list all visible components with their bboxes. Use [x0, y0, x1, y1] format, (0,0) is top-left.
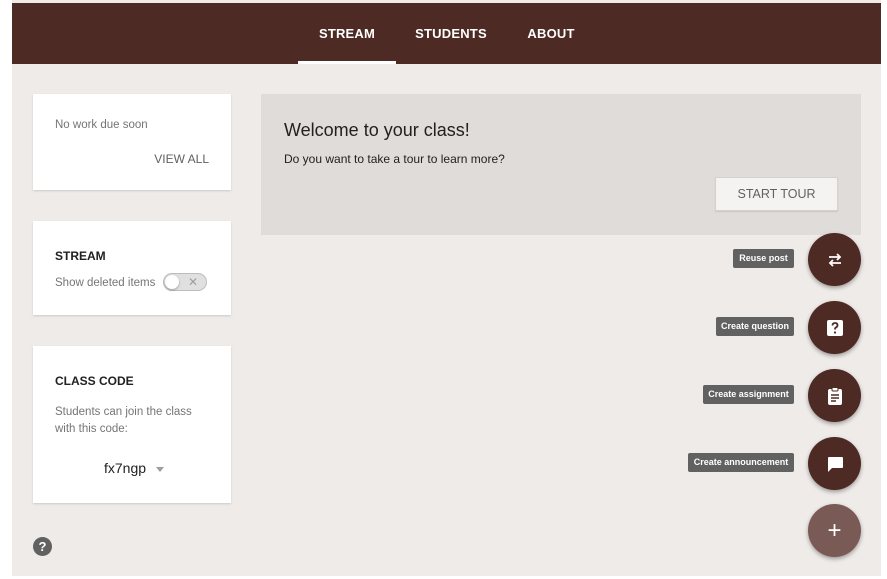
class-code-card: CLASS CODE Students can join the class w…	[33, 346, 231, 503]
plus-icon[interactable]: +	[808, 504, 861, 557]
stream-card-title: STREAM	[55, 249, 106, 263]
tab-stream[interactable]: STREAM	[298, 3, 396, 64]
class-code-selector[interactable]: fx7ngp	[104, 460, 164, 476]
window-frame-right	[881, 0, 887, 579]
no-work-text: No work due soon	[55, 119, 148, 131]
create-question-tooltip[interactable]: Create question	[716, 317, 794, 336]
class-code-value: fx7ngp	[104, 460, 147, 476]
chat-icon	[827, 456, 843, 472]
tab-students[interactable]: STUDENTS	[408, 3, 494, 64]
create-assignment-tooltip[interactable]: Create assignment	[703, 385, 794, 404]
create-announcement-tooltip[interactable]: Create announcement	[688, 453, 794, 472]
class-code-title: CLASS CODE	[55, 374, 134, 388]
toggle-knob	[165, 275, 179, 289]
window-frame-left	[0, 0, 12, 579]
clipboard-icon	[827, 386, 842, 405]
show-deleted-label: Show deleted items	[55, 277, 156, 289]
reuse-post-tooltip[interactable]: Reuse post	[733, 249, 794, 268]
chevron-down-icon	[155, 466, 164, 472]
start-tour-button[interactable]: START TOUR	[715, 177, 838, 211]
stream-settings-card: STREAM Show deleted items ✕	[33, 221, 231, 315]
question-icon	[826, 319, 843, 336]
view-all-link[interactable]: VIEW ALL	[154, 152, 209, 166]
close-icon: ✕	[188, 275, 199, 289]
tab-about[interactable]: ABOUT	[518, 3, 584, 64]
welcome-banner: Welcome to your class! Do you want to ta…	[261, 94, 861, 235]
welcome-subtitle: Do you want to take a tour to learn more…	[284, 152, 505, 166]
upcoming-work-card: No work due soon VIEW ALL	[33, 94, 231, 190]
create-question-button[interactable]	[808, 301, 861, 354]
repeat-icon	[828, 252, 841, 267]
create-assignment-button[interactable]	[808, 369, 861, 422]
show-deleted-toggle[interactable]: ✕	[163, 273, 207, 291]
welcome-title: Welcome to your class!	[284, 120, 470, 140]
reuse-post-button[interactable]	[808, 233, 861, 286]
help-icon[interactable]: ?	[33, 537, 52, 556]
class-code-description: Students can join the class with this co…	[55, 406, 192, 435]
top-navigation-bar: STREAM STUDENTS ABOUT	[12, 3, 881, 64]
create-announcement-button[interactable]	[808, 437, 861, 490]
